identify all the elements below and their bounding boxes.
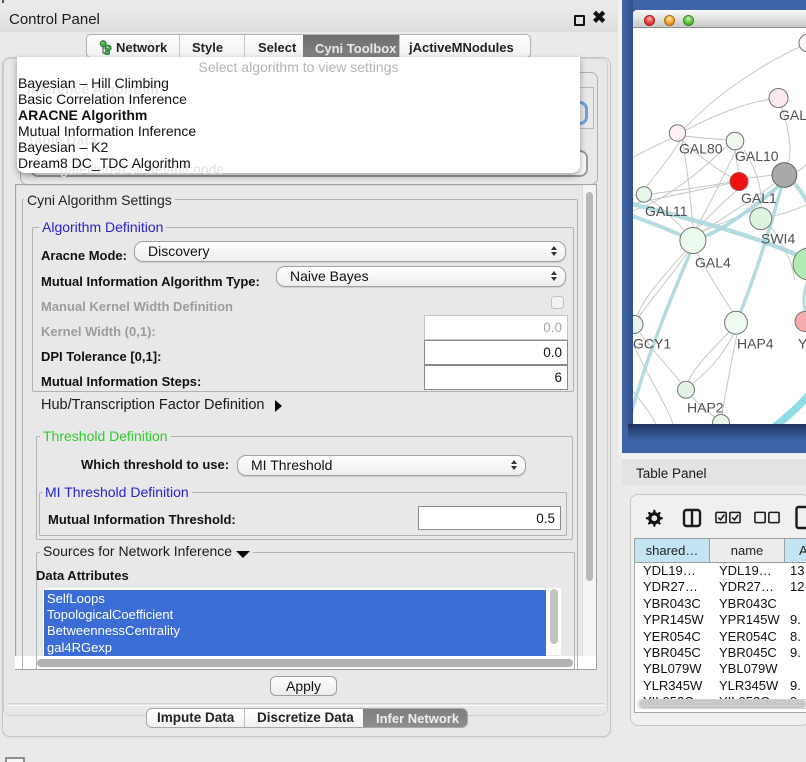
- svg-text:HAP4: HAP4: [737, 336, 774, 352]
- svg-text:GAL11: GAL11: [645, 203, 688, 219]
- svg-text:GAL10: GAL10: [735, 148, 779, 164]
- svg-text:GAL: GAL: [779, 107, 806, 123]
- svg-text:GAL4: GAL4: [695, 255, 731, 271]
- svg-text:SWI4: SWI4: [761, 231, 795, 247]
- svg-text:GCY1: GCY1: [633, 336, 671, 352]
- svg-text:GAL80: GAL80: [679, 141, 723, 157]
- svg-text:Y: Y: [798, 336, 806, 352]
- svg-text:HAP2: HAP2: [687, 400, 724, 416]
- svg-text:GAL1: GAL1: [741, 190, 777, 206]
